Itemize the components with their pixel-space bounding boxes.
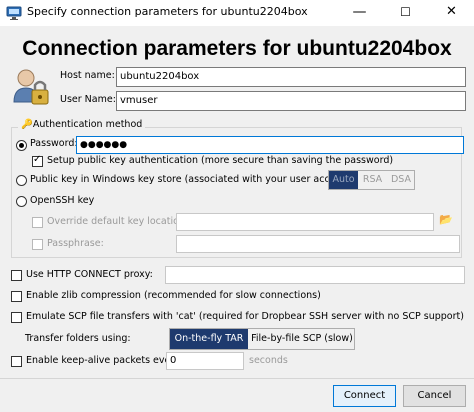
- scp-checkbox[interactable]: [11, 312, 22, 323]
- host-name-input[interactable]: ubuntu2204box: [116, 67, 466, 87]
- proxy-checkbox[interactable]: [11, 270, 22, 281]
- key-location-input[interactable]: [176, 213, 434, 231]
- close-button[interactable]: ✕: [429, 0, 474, 26]
- keepalive-input[interactable]: 0: [166, 352, 244, 370]
- transfer-on-the-fly-tar[interactable]: On-the-fly TAR: [170, 329, 248, 349]
- minimize-button[interactable]: —: [337, 0, 382, 26]
- zlib-checkbox[interactable]: [11, 291, 22, 302]
- proxy-label: Use HTTP CONNECT proxy:: [26, 269, 153, 280]
- user-name-label: User Name:: [60, 94, 116, 105]
- override-key-label: Override default key location:: [47, 216, 189, 227]
- transfer-mode-selector: On-the-fly TAR File-by-file SCP (slow): [169, 328, 355, 350]
- passphrase-label: Passphrase:: [47, 238, 104, 249]
- connect-button[interactable]: Connect: [333, 385, 396, 407]
- pubkey-label: Public key in Windows key store (associa…: [30, 174, 359, 185]
- cancel-button[interactable]: Cancel: [403, 385, 466, 407]
- host-name-label: Host name:: [60, 70, 115, 81]
- password-input[interactable]: ●●●●●●: [76, 136, 464, 154]
- passphrase-checkbox[interactable]: [32, 239, 43, 250]
- footer-divider: [0, 378, 474, 379]
- authentication-legend-text: Authentication method: [32, 119, 143, 130]
- scp-label: Emulate SCP file transfers with 'cat' (r…: [26, 311, 464, 322]
- key-icon: 🔑: [21, 119, 33, 130]
- window-title: Specify connection parameters for ubuntu…: [27, 5, 308, 18]
- pubkey-radio[interactable]: [16, 175, 27, 186]
- zlib-label: Enable zlib compression (recommended for…: [26, 290, 321, 301]
- setup-pubkey-label: Setup public key authentication (more se…: [47, 155, 394, 166]
- transfer-label: Transfer folders using:: [25, 333, 131, 344]
- key-type-auto[interactable]: Auto: [329, 171, 358, 189]
- maximize-button[interactable]: ☐: [383, 0, 428, 26]
- user-name-input[interactable]: vmuser: [116, 91, 466, 111]
- maximize-icon: ☐: [400, 5, 411, 19]
- proxy-input[interactable]: [165, 266, 465, 284]
- transfer-file-by-file-scp[interactable]: File-by-file SCP (slow): [250, 329, 354, 349]
- openssh-radio[interactable]: [16, 196, 27, 207]
- page-title: Connection parameters for ubuntu2204box: [22, 37, 452, 60]
- password-label: Password:: [30, 138, 78, 149]
- browse-folder-icon[interactable]: 📂: [439, 213, 453, 226]
- keepalive-label: Enable keep-alive packets every:: [26, 355, 183, 366]
- close-icon: ✕: [446, 4, 457, 19]
- override-key-checkbox[interactable]: [32, 217, 43, 228]
- keepalive-unit: seconds: [249, 355, 288, 366]
- title-bar: Specify connection parameters for ubuntu…: [0, 0, 474, 26]
- passphrase-input[interactable]: [176, 235, 460, 253]
- authentication-legend: 🔑Authentication method: [18, 119, 146, 130]
- openssh-label: OpenSSH key: [30, 195, 95, 206]
- computer-app-icon: [6, 6, 22, 20]
- key-type-dsa[interactable]: DSA: [387, 171, 415, 189]
- user-lock-icon: [13, 69, 49, 105]
- minimize-icon: —: [352, 4, 367, 20]
- setup-pubkey-checkbox[interactable]: [32, 154, 43, 167]
- key-type-rsa[interactable]: RSA: [358, 171, 387, 189]
- keepalive-checkbox[interactable]: [11, 356, 22, 367]
- key-type-selector: Auto RSA DSA: [328, 170, 415, 190]
- password-radio[interactable]: [16, 140, 27, 151]
